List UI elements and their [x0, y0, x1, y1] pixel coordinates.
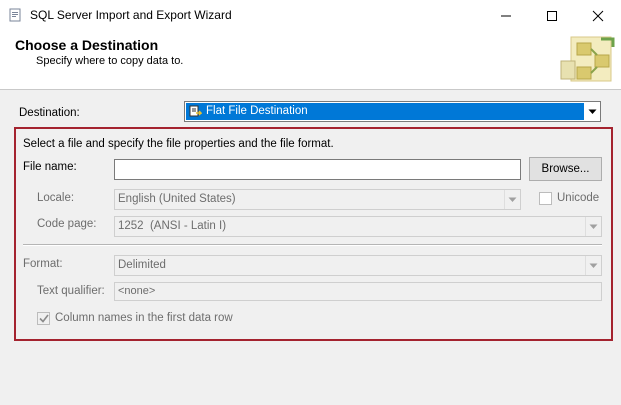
destination-dropdown[interactable]: Flat File Destination	[184, 101, 601, 122]
locale-value: English (United States)	[118, 193, 236, 205]
close-icon	[592, 10, 604, 21]
column-names-checkbox[interactable]	[37, 312, 50, 325]
chevron-down-icon	[585, 217, 601, 236]
text-qualifier-value: <none>	[118, 285, 156, 297]
column-names-label: Column names in the first data row	[55, 312, 233, 324]
maximize-icon	[547, 10, 557, 21]
flat-file-destination-icon	[189, 105, 203, 118]
format-value: Delimited	[118, 259, 166, 271]
locale-dropdown[interactable]: English (United States)	[114, 189, 521, 210]
format-label: Format:	[23, 258, 63, 270]
unicode-label: Unicode	[557, 192, 600, 204]
close-button[interactable]	[575, 0, 621, 31]
page-subtitle: Specify where to copy data to.	[36, 55, 184, 67]
minimize-icon	[501, 15, 511, 16]
instruction-text: Select a file and specify the file prope…	[23, 138, 334, 150]
chevron-down-icon[interactable]	[585, 102, 600, 121]
locale-label: Locale:	[37, 192, 75, 204]
wizard-content: Destination: Flat File Destination Selec…	[0, 90, 621, 405]
window-title: SQL Server Import and Export Wizard	[30, 8, 232, 22]
wizard-header: Choose a Destination Specify where to co…	[0, 31, 621, 90]
page-title: Choose a Destination	[15, 37, 159, 53]
chevron-down-icon	[585, 256, 601, 275]
destination-value: Flat File Destination	[206, 105, 308, 117]
code-page-value: 1252 (ANSI - Latin I)	[118, 220, 227, 232]
checkmark-icon	[38, 314, 49, 323]
file-name-input[interactable]	[114, 159, 521, 180]
title-bar[interactable]: SQL Server Import and Export Wizard	[0, 0, 621, 31]
maximize-button[interactable]	[529, 0, 575, 31]
unicode-checkbox[interactable]	[539, 192, 552, 205]
format-dropdown[interactable]: Delimited	[114, 255, 602, 276]
chevron-down-icon	[504, 190, 520, 209]
section-divider	[23, 244, 602, 246]
minimize-button[interactable]	[483, 0, 529, 31]
browse-button[interactable]: Browse...	[529, 157, 602, 181]
text-qualifier-input[interactable]: <none>	[114, 282, 602, 301]
destination-label: Destination:	[19, 107, 80, 119]
app-icon	[8, 8, 22, 22]
destination-selected: Flat File Destination	[186, 103, 584, 120]
file-name-label: File name:	[23, 161, 77, 173]
text-qualifier-label: Text qualifier:	[37, 285, 105, 297]
file-properties-panel: Select a file and specify the file prope…	[14, 127, 613, 341]
wizard-graphic-icon	[557, 33, 619, 87]
code-page-label: Code page:	[37, 218, 97, 230]
code-page-dropdown[interactable]: 1252 (ANSI - Latin I)	[114, 216, 602, 237]
